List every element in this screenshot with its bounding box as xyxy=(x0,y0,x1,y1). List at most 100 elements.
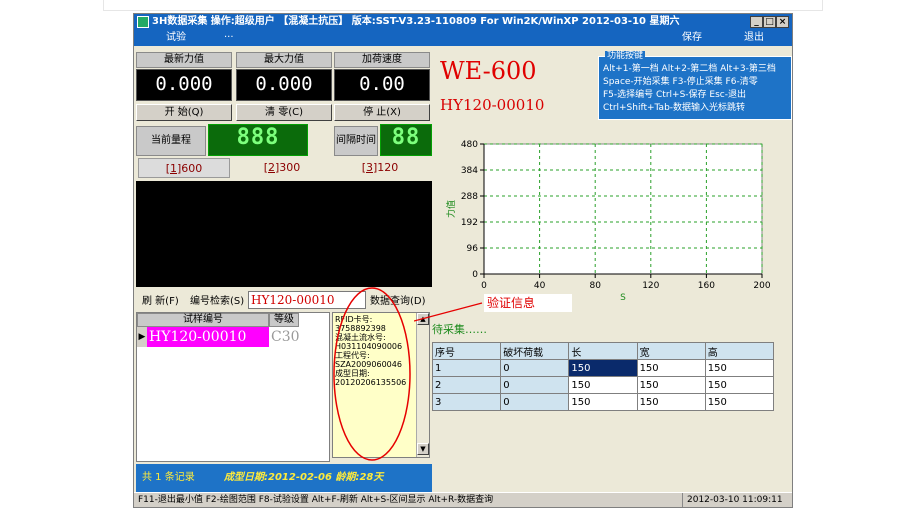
function-keys-title: 功能按键 xyxy=(605,51,646,62)
y-axis-label: 力值 xyxy=(445,200,457,218)
minimize-button[interactable]: _ xyxy=(750,16,763,28)
page-corner-right xyxy=(822,0,823,10)
x-tick-label: 80 xyxy=(589,281,601,291)
x-axis-label: S xyxy=(620,293,626,303)
table-row[interactable]: 3 0 150 150 150 xyxy=(431,393,775,411)
range-tab-2-key: 2 xyxy=(268,161,275,174)
latest-force-label: 最新力值 xyxy=(136,52,232,68)
results-cell[interactable]: 0 xyxy=(500,393,570,411)
sample-id-cell[interactable]: HY120-00010 xyxy=(147,327,269,347)
range-tab-3[interactable]: [3]120 xyxy=(334,158,426,178)
results-cell[interactable]: 0 xyxy=(500,359,570,377)
range-tab-2[interactable]: [2]300 xyxy=(236,158,328,178)
results-cell[interactable]: 150 xyxy=(636,393,706,411)
waiting-status: 待采集…… xyxy=(432,323,487,336)
record-info-bar: 共 1 条记录 成型日期:2012-02-06 龄期:28天 xyxy=(136,464,432,492)
start-button[interactable]: 开 始(Q) xyxy=(136,104,232,121)
status-datetime: 2012-03-10 11:09:11 xyxy=(682,493,783,507)
x-tick-label: 120 xyxy=(642,281,659,291)
menu-test[interactable]: 试验 xyxy=(166,30,186,46)
results-cell[interactable]: 150 xyxy=(704,359,775,377)
callout-label: 验证信息 xyxy=(484,294,572,312)
menu-save[interactable]: 保存 xyxy=(682,30,702,46)
sample-grade-header: 等级 xyxy=(269,313,299,327)
results-cell: 1 xyxy=(431,359,502,377)
close-button[interactable]: × xyxy=(776,16,789,28)
results-cell[interactable]: 150 xyxy=(636,376,706,394)
current-range-label: 当前量程 xyxy=(136,126,206,156)
x-tick-label: 160 xyxy=(698,281,715,291)
results-header-width: 宽 xyxy=(636,342,706,360)
machine-sample: HY120-00010 xyxy=(440,96,545,114)
results-cell[interactable]: 0 xyxy=(500,376,570,394)
results-cell: 2 xyxy=(431,376,502,394)
range-tab-1[interactable]: [1]600 xyxy=(138,158,230,178)
results-cell[interactable]: 150 xyxy=(704,376,775,394)
results-header-length: 长 xyxy=(568,342,638,360)
results-cell[interactable]: 150 xyxy=(568,393,638,411)
maximize-button[interactable]: □ xyxy=(763,16,776,28)
results-cell[interactable]: 150 xyxy=(704,393,775,411)
results-cell-selected[interactable]: 150 xyxy=(568,359,638,377)
results-table: 序号 破坏荷载 长 宽 高 1 0 150 150 150 2 0 150 15… xyxy=(431,342,792,411)
y-tick-label: 192 xyxy=(461,218,478,228)
function-keys-box: 功能按键 Alt+1-第一档 Alt+2-第二档 Alt+3-第三档 Space… xyxy=(598,51,792,120)
realtime-pane xyxy=(136,181,432,287)
sample-id-header: 试样编号 xyxy=(137,313,269,327)
table-row[interactable]: 1 0 150 150 150 xyxy=(431,359,775,377)
latest-force-display: 0.000 xyxy=(136,69,232,101)
status-hints: F11-退出最小值 F2-绘图范围 F8-试验设置 Alt+F-刷新 Alt+S… xyxy=(138,495,494,505)
row-pointer-icon: ▶ xyxy=(137,327,147,347)
load-speed-display: 0.00 xyxy=(334,69,430,101)
results-cell: 3 xyxy=(431,393,502,411)
sample-list: 试样编号 等级 ▶ HY120-00010 C30 xyxy=(136,312,330,462)
y-tick-label: 480 xyxy=(461,140,478,150)
range-tab-3-value: 120 xyxy=(377,161,399,174)
x-tick-label: 0 xyxy=(481,281,487,291)
menu-bar: 试验 ··· 保存 退出 xyxy=(134,30,792,46)
table-row[interactable]: ▶ HY120-00010 C30 xyxy=(137,327,300,347)
function-key-line: Space-开始采集 F3-停止采集 F6-清零 xyxy=(603,77,758,87)
range-tab-1-key: 1 xyxy=(170,162,177,175)
range-tab-1-value: 600 xyxy=(181,162,203,175)
results-header-height: 高 xyxy=(704,342,775,360)
results-cell[interactable]: 150 xyxy=(568,376,638,394)
page-corner-left xyxy=(103,0,104,10)
range-tab-2-value: 300 xyxy=(279,161,301,174)
menu-exit[interactable]: 退出 xyxy=(744,30,764,46)
results-header-index: 序号 xyxy=(431,342,502,360)
x-tick-label: 40 xyxy=(534,281,546,291)
stop-button[interactable]: 停 止(X) xyxy=(334,104,430,121)
search-label: 编号检索(S) xyxy=(190,296,245,307)
machine-model: WE-600 xyxy=(440,57,537,85)
x-tick-label: 200 xyxy=(753,281,770,291)
table-row[interactable]: 2 0 150 150 150 xyxy=(431,376,775,394)
page-rule-top xyxy=(103,10,823,11)
interval-label: 间隔时间 xyxy=(334,126,378,156)
zero-button[interactable]: 清 零(C) xyxy=(236,104,332,121)
y-tick-label: 0 xyxy=(472,270,478,280)
y-tick-label: 288 xyxy=(461,192,478,202)
current-range-display: 888 xyxy=(208,124,308,156)
menu-more[interactable]: ··· xyxy=(224,30,234,46)
record-count: 共 1 条记录 xyxy=(142,472,195,483)
function-key-line: F5-选择编号 Ctrl+S-保存 Esc-退出 xyxy=(603,90,746,100)
results-cell[interactable]: 150 xyxy=(636,359,706,377)
interval-display: 88 xyxy=(380,124,432,156)
force-chart: 0 40 80 120 160 200 0 96 192 288 384 480 S 力值 xyxy=(445,140,771,303)
window-title: 3H数据采集 操作:超级用户 【混凝土抗压】 版本:SST-V3.23-1108… xyxy=(152,16,680,27)
sample-grade-cell: C30 xyxy=(271,329,300,345)
status-bar: F11-退出最小值 F2-绘图范围 F8-试验设置 Alt+F-刷新 Alt+S… xyxy=(134,492,792,507)
molding-age-info: 成型日期:2012-02-06 龄期:28天 xyxy=(224,472,384,483)
title-bar: 3H数据采集 操作:超级用户 【混凝土抗压】 版本:SST-V3.23-1108… xyxy=(134,14,792,30)
annotation-circle xyxy=(333,287,411,461)
plot-area xyxy=(483,143,763,275)
function-key-line: Ctrl+Shift+Tab-数据输入光标跳转 xyxy=(603,103,746,113)
refresh-button[interactable]: 刷 新(F) xyxy=(142,294,179,310)
max-force-label: 最大力值 xyxy=(236,52,332,68)
app-window: 3H数据采集 操作:超级用户 【混凝土抗压】 版本:SST-V3.23-1108… xyxy=(133,13,793,508)
function-key-line: Alt+1-第一档 Alt+2-第二档 Alt+3-第三档 xyxy=(603,64,776,74)
y-tick-label: 384 xyxy=(461,166,478,176)
load-speed-label: 加荷速度 xyxy=(334,52,430,68)
app-icon xyxy=(137,16,149,28)
